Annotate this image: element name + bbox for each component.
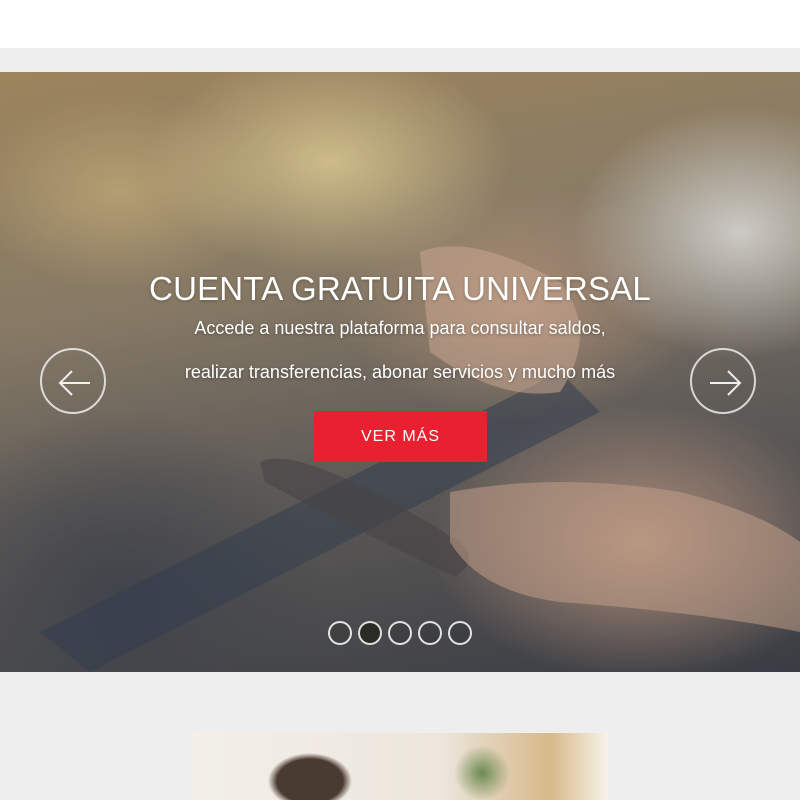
carousel-dot-4[interactable] [418, 621, 442, 645]
promo-image [192, 733, 608, 800]
carousel-dot-1[interactable] [328, 621, 352, 645]
ver-mas-button[interactable]: VER MÁS [314, 411, 487, 462]
carousel-dot-3[interactable] [388, 621, 412, 645]
arrow-right-icon [710, 370, 742, 396]
carousel-next-button[interactable] [690, 348, 756, 414]
hero-title: CUENTA GRATUITA UNIVERSAL [149, 270, 651, 307]
hero-description-line-1: Accede a nuestra plataforma para consult… [194, 318, 606, 338]
hero-carousel: CUENTA GRATUITA UNIVERSAL Accede a nuest… [0, 72, 800, 672]
carousel-prev-button[interactable] [40, 348, 106, 414]
arrow-left-icon [58, 370, 90, 396]
top-header [0, 0, 800, 48]
carousel-dot-2[interactable] [358, 621, 382, 645]
carousel-dot-5[interactable] [448, 621, 472, 645]
hero-description-line-2: realizar transferencias, abonar servicio… [184, 362, 616, 382]
